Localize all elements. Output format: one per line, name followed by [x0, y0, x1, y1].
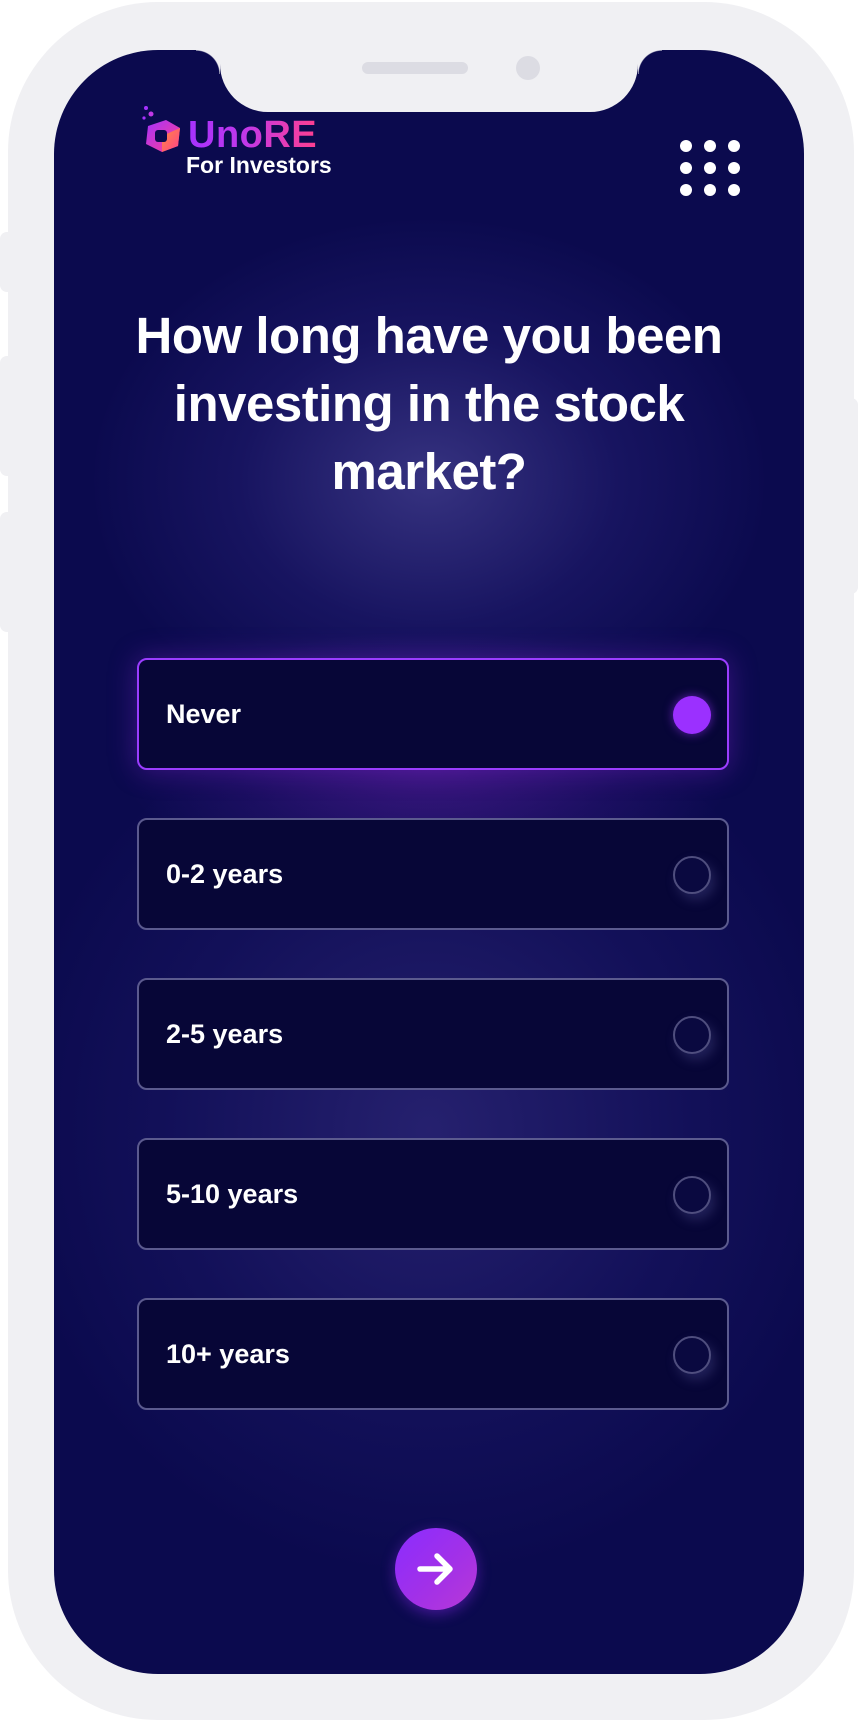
menu-dot [680, 184, 692, 196]
option-label: 5-10 years [166, 1179, 299, 1209]
grid-menu-icon[interactable] [680, 140, 740, 200]
option-5-10-years[interactable]: 5-10 years [137, 1138, 729, 1250]
menu-dot [680, 162, 692, 174]
option-label: 0-2 years [166, 859, 284, 889]
menu-dot [728, 140, 740, 152]
option-never[interactable]: Never [137, 658, 729, 770]
speaker-grille [362, 62, 468, 74]
answer-options: Never 0-2 years 2-5 years 5-10 years 10+… [137, 658, 729, 1458]
brand-subtitle: For Investors [186, 152, 332, 178]
menu-dot [704, 140, 716, 152]
menu-dot [680, 140, 692, 152]
menu-dot [704, 184, 716, 196]
option-label: 10+ years [166, 1339, 290, 1369]
phone-screen: UnoRE For Investors How long have you be… [54, 50, 804, 1674]
menu-dot [704, 162, 716, 174]
radio-empty-icon[interactable] [673, 1176, 711, 1214]
phone-volume-down-button [0, 512, 14, 632]
brand-name: UnoRE [188, 114, 318, 156]
phone-power-button [844, 398, 858, 594]
option-2-5-years[interactable]: 2-5 years [137, 978, 729, 1090]
radio-empty-icon[interactable] [673, 1336, 711, 1374]
phone-notch [196, 50, 662, 112]
radio-empty-icon[interactable] [673, 856, 711, 894]
front-camera [516, 56, 540, 80]
arrow-right-icon [417, 1553, 453, 1585]
menu-dot [728, 184, 740, 196]
option-0-2-years[interactable]: 0-2 years [137, 818, 729, 930]
brand-logo[interactable]: UnoRE For Investors [140, 106, 400, 186]
option-10-plus-years[interactable]: 10+ years [137, 1298, 729, 1410]
radio-empty-icon[interactable] [673, 1016, 711, 1054]
phone-volume-up-button [0, 356, 14, 476]
option-label: Never [166, 699, 242, 729]
unore-logo-icon [142, 106, 180, 152]
option-label: 2-5 years [166, 1019, 284, 1049]
phone-mute-switch [0, 232, 14, 292]
next-button[interactable] [395, 1528, 477, 1610]
question-title: How long have you been investing in the … [135, 307, 723, 500]
radio-selected-icon[interactable] [673, 696, 711, 734]
menu-dot [728, 162, 740, 174]
